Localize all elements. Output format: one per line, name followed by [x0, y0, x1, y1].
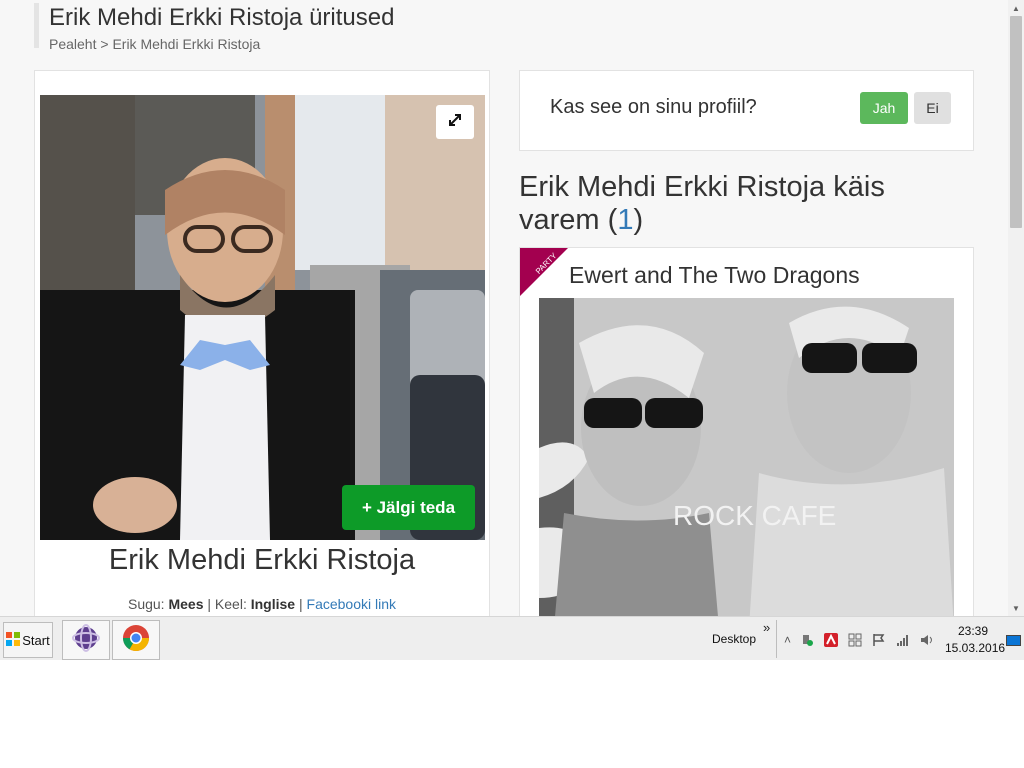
chrome-icon: [121, 623, 151, 658]
expand-icon: [447, 112, 463, 133]
past-events-open-paren: (: [607, 204, 618, 236]
web-page: Erik Mehdi Erkki Ristoja üritused Pealeh…: [0, 0, 1008, 616]
purple-globe-icon: [71, 623, 101, 658]
yes-button[interactable]: Jah: [860, 92, 908, 124]
meta-separator: |: [207, 596, 212, 612]
profile-question: Kas see on sinu profiil?: [550, 96, 757, 118]
profile-claim-card: Kas see on sinu profiil? Jah Ei: [519, 70, 974, 151]
desktop-toolbar-label[interactable]: Desktop: [712, 632, 756, 646]
event-title[interactable]: Ewert and The Two Dragons: [569, 262, 860, 289]
clock-time[interactable]: 23:39: [958, 624, 988, 638]
volume-icon[interactable]: [919, 632, 934, 647]
past-events-heading: Erik Mehdi Erkki Ristoja käis varem (1): [519, 171, 959, 237]
band-photo-image: ROCK CAFE: [539, 298, 954, 616]
language-label: Keel:: [214, 596, 247, 612]
language-value: Inglise: [250, 596, 296, 612]
breadcrumb[interactable]: Pealeht > Erik Mehdi Erkki Ristoja: [49, 35, 394, 53]
no-button[interactable]: Ei: [914, 92, 951, 124]
safely-remove-hardware-icon[interactable]: [799, 632, 814, 647]
scroll-down-arrow-icon[interactable]: ▼: [1008, 600, 1024, 616]
person-photo: + Jälgi teda: [40, 95, 485, 540]
person-meta: Sugu: Mees | Keel: Inglise | Facebooki l…: [35, 596, 489, 612]
network-signal-icon[interactable]: [895, 632, 910, 647]
expand-photo-button[interactable]: [436, 105, 474, 139]
past-events-count[interactable]: 1: [617, 204, 633, 236]
person-card: + Jälgi teda Erik Mehdi Erkki Ristoja Su…: [34, 70, 490, 616]
windows-logo-icon: [6, 631, 21, 649]
person-name: Erik Mehdi Erkki Ristoja: [108, 544, 416, 576]
scroll-up-arrow-icon[interactable]: ▲: [1008, 0, 1024, 16]
windows-tray-icon[interactable]: [847, 632, 862, 647]
event-card[interactable]: PARTY Ewert and The Two Dragons ROCK CAF…: [519, 247, 974, 616]
category-ribbon: PARTY: [520, 248, 568, 296]
meta-separator: |: [298, 596, 303, 612]
action-center-flag-icon[interactable]: [871, 632, 886, 647]
gender-label: Sugu:: [127, 596, 165, 612]
page-header: Erik Mehdi Erkki Ristoja üritused Pealeh…: [34, 3, 395, 52]
event-image[interactable]: ROCK CAFE: [539, 298, 954, 616]
taskbar-app-chrome[interactable]: [112, 620, 160, 660]
past-events-close-paren: ): [633, 204, 644, 236]
windows-taskbar: Start Desktop » ˄ 23:39 15.03.2016: [0, 616, 1024, 660]
antivirus-icon[interactable]: [823, 632, 838, 647]
gender-value: Mees: [168, 596, 204, 612]
start-label: Start: [22, 632, 50, 648]
page-scrollbar[interactable]: ▲ ▼: [1008, 0, 1024, 616]
taskbar-app-purple[interactable]: [62, 620, 110, 660]
clock-date[interactable]: 15.03.2016: [945, 641, 1005, 655]
start-button[interactable]: Start: [3, 622, 53, 658]
event-image-text: ROCK CAFE: [673, 500, 836, 531]
show-desktop-icon[interactable]: [1006, 635, 1021, 646]
scrollbar-thumb[interactable]: [1010, 16, 1022, 228]
past-events-text: Erik Mehdi Erkki Ristoja käis varem: [519, 171, 885, 236]
facebook-link[interactable]: Facebooki link: [307, 596, 397, 612]
street-photo-image: [40, 95, 485, 540]
page-title: Erik Mehdi Erkki Ristoja üritused: [49, 4, 395, 31]
hidden-icons-chevron-icon[interactable]: ˄: [780, 632, 795, 647]
follow-button[interactable]: + Jälgi teda: [342, 485, 475, 530]
toolbar-chevron-icon[interactable]: »: [763, 620, 770, 635]
